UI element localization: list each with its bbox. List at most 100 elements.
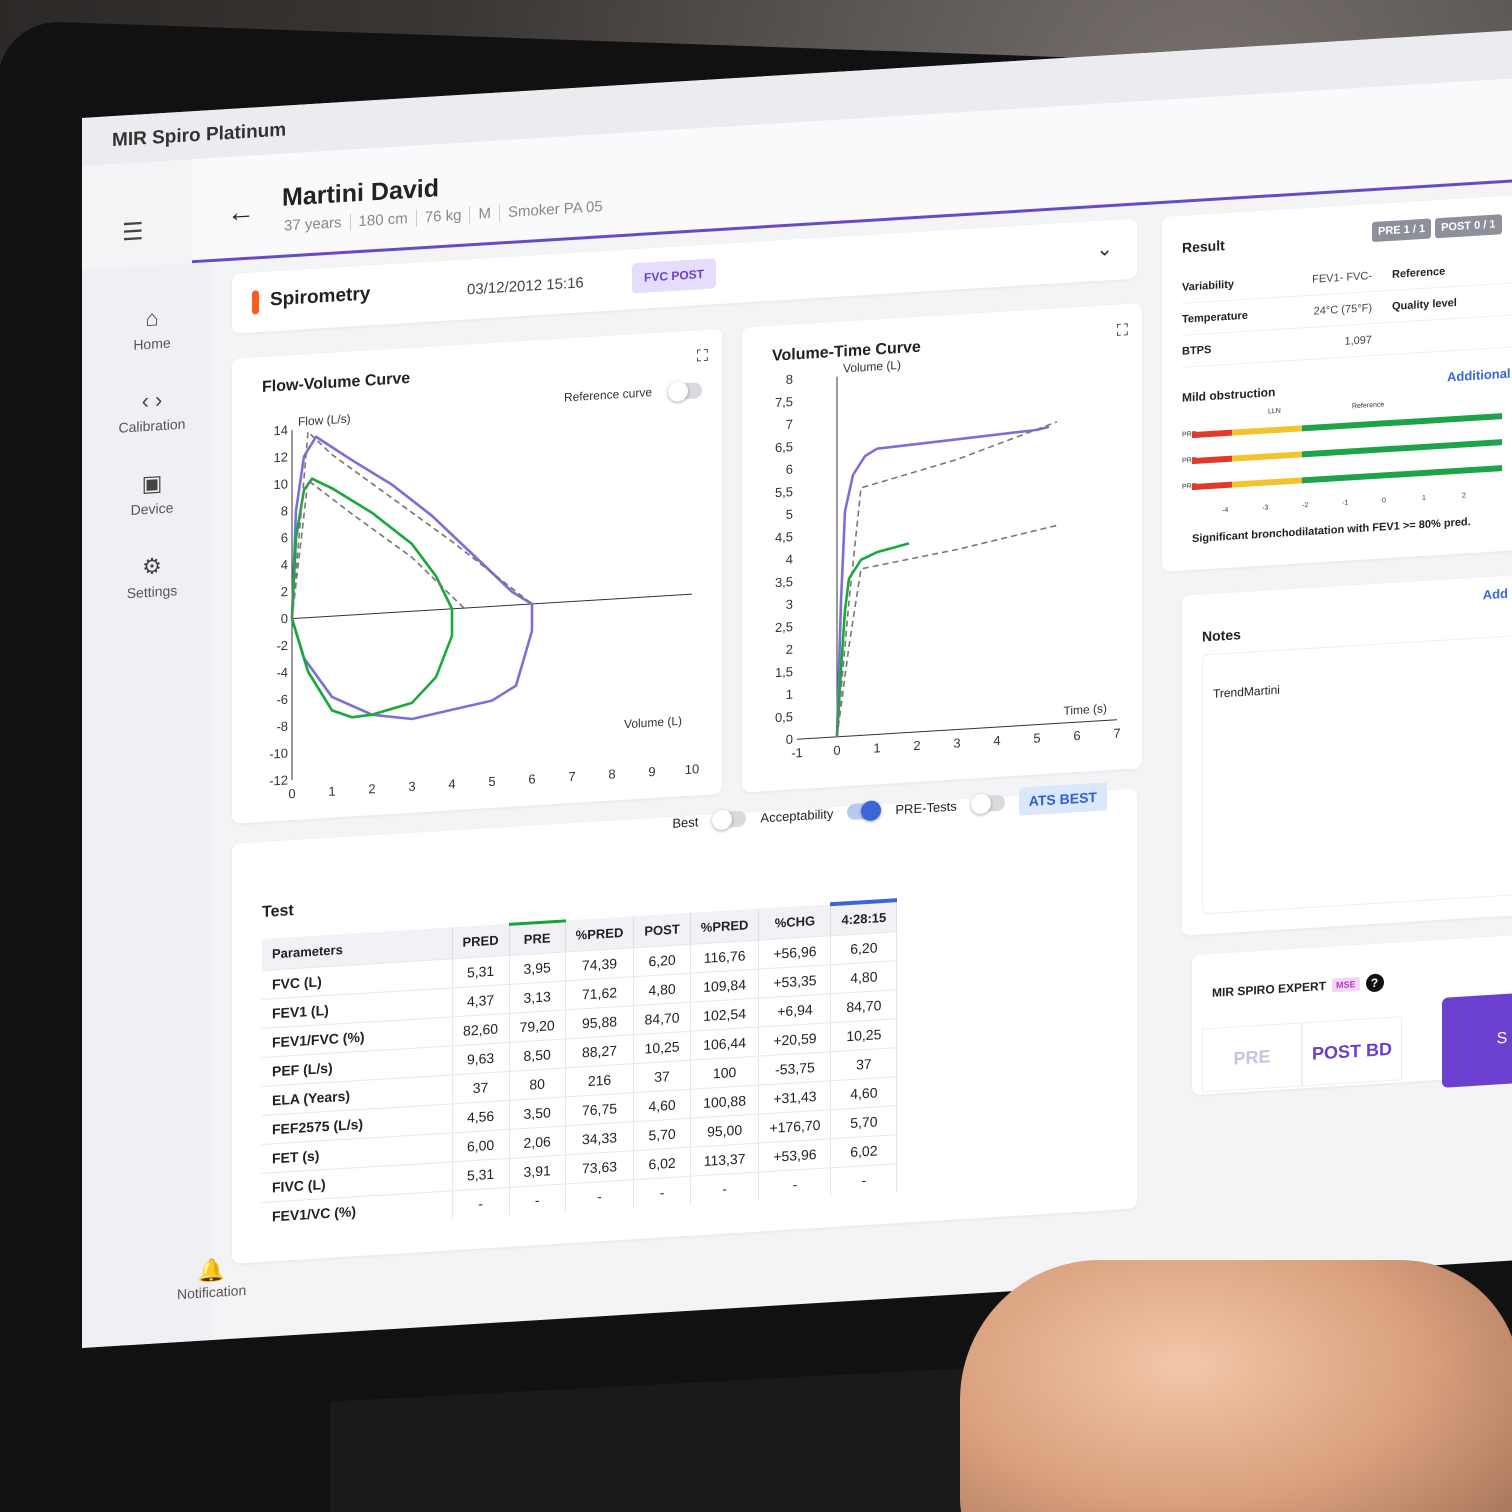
hamburger-menu-icon[interactable]: ☰	[122, 217, 144, 247]
pre-button[interactable]: PRE	[1202, 1022, 1302, 1093]
parameter-value: 4,60	[830, 1076, 897, 1110]
parameter-value: 2,06	[509, 1125, 566, 1159]
nav-notification-label: Notification	[177, 1281, 247, 1303]
pre-count-badge[interactable]: PRE 1 / 1	[1372, 218, 1432, 243]
app-title: MIR Spiro Platinum	[112, 119, 287, 152]
parameter-value: 37	[830, 1047, 897, 1081]
table-header-cell: 4:28:15	[830, 900, 897, 936]
result-key-2	[1372, 334, 1462, 340]
y-tick-label: 3	[786, 597, 793, 612]
result-key-2: Quality level	[1392, 296, 1457, 313]
parameter-value: -	[633, 1176, 691, 1209]
parameter-value: 84,70	[830, 989, 897, 1023]
app-window: MIR Spiro Platinum ☰ ← Martini David 37 …	[82, 30, 1512, 1348]
additional-link[interactable]: Additional	[1447, 366, 1511, 385]
reference-curve-line	[291, 479, 465, 619]
y-tick-label: 6	[786, 462, 793, 477]
nav-settings[interactable]: ⚙ Settings	[102, 551, 202, 603]
add-note-link[interactable]: Add	[1483, 586, 1508, 603]
result-key: Temperature	[1182, 309, 1248, 326]
y-tick-label: 4,5	[775, 529, 793, 545]
pre-tests-label: PRE-Tests	[895, 797, 957, 817]
expert-title: MIR SPIRO EXPERT	[1212, 978, 1327, 1000]
parameter-value: -	[452, 1187, 510, 1220]
parameter-value: 216	[565, 1063, 634, 1097]
reference-curve-line	[836, 421, 1058, 737]
table-header-cell: PRED	[452, 923, 510, 959]
z-score-tick: 2	[1462, 492, 1466, 499]
post-count-badge[interactable]: POST 0 / 1	[1435, 214, 1502, 239]
test-title: Test	[262, 902, 294, 921]
x-tick-label: 2	[368, 781, 375, 796]
table-controls: Best Acceptability PRE-Tests ATS BEST	[672, 782, 1107, 837]
z-score-tick: 0	[1382, 497, 1386, 504]
parameter-value: 6,02	[633, 1147, 691, 1180]
mse-badge: MSE	[1332, 976, 1360, 993]
y-tick-label: 6,5	[775, 439, 793, 455]
nav-device-label: Device	[130, 499, 174, 519]
parameter-value: 79,20	[509, 1009, 566, 1043]
x-tick-label: 3	[408, 779, 415, 794]
y-tick-label: -12	[269, 772, 288, 788]
table-header-cell: %PRED	[690, 908, 759, 945]
series-line	[835, 542, 910, 737]
acceptability-toggle[interactable]	[847, 802, 882, 821]
parameter-value: 37	[633, 1060, 691, 1093]
notes-card: Add Notes TrendMartini	[1182, 574, 1512, 936]
pre-tests-toggle[interactable]	[970, 794, 1005, 813]
best-toggle[interactable]	[712, 810, 747, 829]
y-tick-label: 3,5	[775, 574, 793, 590]
test-table-card: Best Acceptability PRE-Tests ATS BEST Te…	[232, 782, 1137, 1264]
ats-best-button[interactable]: ATS BEST	[1018, 782, 1107, 816]
parameter-value: 95,00	[690, 1114, 759, 1148]
y-tick-label: 6	[281, 530, 288, 545]
y-tick-label: 2,5	[775, 619, 793, 635]
parameter-value: 3,95	[509, 951, 566, 985]
parameter-value: 10,25	[633, 1031, 691, 1064]
nav-home-label: Home	[133, 334, 171, 353]
parameter-value: 10,25	[830, 1018, 897, 1052]
patient-weight: 76 kg	[424, 206, 471, 227]
z-score-segment	[1192, 429, 1232, 439]
series-line	[835, 425, 1050, 737]
notes-textarea[interactable]: TrendMartini	[1202, 634, 1512, 915]
z-score-segment	[1232, 477, 1302, 488]
z-score-segment	[1232, 425, 1302, 436]
parameter-value: 6,02	[830, 1134, 897, 1168]
x-tick-label: 1	[328, 783, 335, 798]
nav-home[interactable]: ⌂ Home	[102, 303, 202, 355]
parameter-value: -53,75	[758, 1051, 831, 1086]
patient-height: 180 cm	[358, 209, 417, 231]
parameter-value: 4,80	[830, 960, 897, 994]
help-icon[interactable]: ?	[1365, 973, 1384, 993]
flow-volume-chart: 0 1 2 3 4 5 6 7 8 9 10-12-10-8-6-4-202468101214Flo…	[269, 412, 699, 802]
result-key-2: Reference	[1392, 265, 1446, 281]
nav-calibration[interactable]: ‹ › Calibration	[102, 385, 202, 437]
session-date: 03/12/2012 15:16	[467, 274, 584, 299]
post-bd-button[interactable]: POST BD	[1302, 1016, 1402, 1087]
parameter-value: 88,27	[565, 1034, 634, 1068]
y-tick-label: -6	[276, 692, 288, 708]
y-tick-label: 7	[786, 417, 793, 432]
parameter-value: +56,96	[758, 935, 831, 970]
parameter-value: 80	[509, 1067, 566, 1101]
volume-time-card: Volume-Time Curve ⛶ -1 0 1 2 3 4 5 6 7 0 0,5 1 1,5 2 2…	[742, 303, 1142, 793]
x-tick-label: 8	[608, 766, 615, 781]
parameter-value: 5,31	[452, 955, 510, 988]
y-tick-label: -2	[276, 638, 288, 654]
expert-action-button[interactable]: S	[1442, 990, 1512, 1088]
chevron-down-icon[interactable]: ⌄	[1096, 236, 1113, 262]
z-score-segment	[1302, 413, 1502, 432]
y-tick-label: 10	[274, 476, 288, 492]
nav-calibration-label: Calibration	[118, 415, 186, 436]
parameter-value: 71,62	[565, 976, 634, 1010]
z-score-segment	[1302, 465, 1502, 484]
z-score-bars: LLN Reference PREPREPRE -4 -3 -2 -1 0 1 2	[1182, 401, 1502, 514]
back-arrow-icon[interactable]: ←	[227, 195, 255, 229]
z-score-tick: -4	[1222, 507, 1228, 514]
expert-buttons: PRE POST BD	[1202, 1016, 1402, 1093]
nav-device[interactable]: ▣ Device	[102, 468, 202, 520]
z-score-segment	[1232, 451, 1302, 462]
x-tick-label: 5	[1033, 730, 1040, 745]
code-icon: ‹ ›	[141, 387, 163, 414]
